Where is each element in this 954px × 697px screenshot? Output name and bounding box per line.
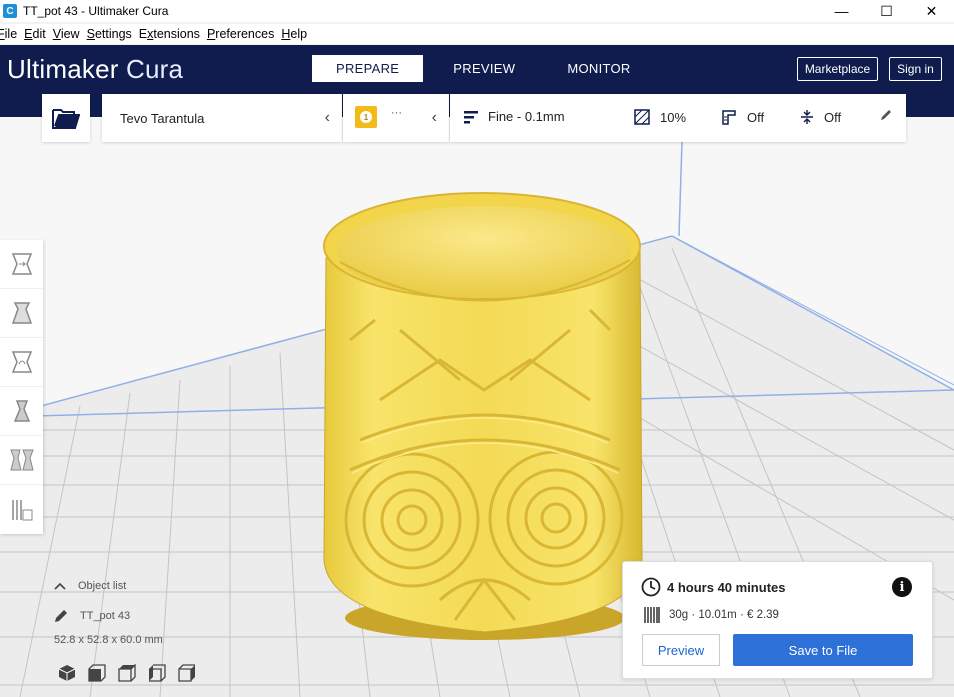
menu-preferences[interactable]: Preferences [207, 27, 274, 41]
folder-open-icon [52, 109, 80, 129]
tab-preview[interactable]: PREVIEW [431, 55, 537, 82]
save-to-file-button[interactable]: Save to File [733, 634, 913, 666]
tab-monitor[interactable]: MONITOR [545, 55, 652, 82]
object-name-row[interactable]: TT_pot 43 [54, 609, 130, 623]
close-button[interactable]: ✕ [909, 0, 954, 22]
chevron-left-icon: ‹ [324, 109, 330, 126]
preview-button[interactable]: Preview [642, 634, 720, 666]
move-tool-button[interactable] [0, 240, 43, 289]
print-settings-selector[interactable]: Fine - 0.1mm 10% Off Off [450, 94, 906, 142]
material-usage-row: 30g · 10.01m · € 2.39 [643, 606, 779, 624]
mirror-tool-button[interactable] [0, 387, 43, 436]
pot-model[interactable] [323, 192, 643, 640]
support-blocker-button[interactable] [0, 485, 43, 534]
printer-name: Tevo Tarantula [120, 110, 205, 126]
scale-tool-button[interactable] [0, 289, 43, 338]
support-blocker-icon [11, 499, 32, 520]
support-setting: Off [721, 109, 764, 125]
front-view-icon[interactable] [88, 664, 106, 682]
menu-file[interactable]: File [0, 27, 17, 41]
per-model-settings-icon [9, 449, 34, 471]
infill-value: 10% [660, 109, 687, 125]
ultimaker-cura-logo: Ultimaker Cura [7, 54, 183, 85]
scale-tool-icon [11, 302, 32, 324]
3d-view-icon[interactable] [58, 664, 76, 682]
object-dimensions: 52.8 x 52.8 x 60.0 mm [54, 634, 163, 646]
support-value: Off [747, 109, 765, 125]
open-file-button[interactable] [42, 94, 90, 142]
material-usage: 30g · 10.01m · € 2.39 [669, 609, 779, 621]
stage-tabs: PREPARE PREVIEW MONITOR [312, 55, 653, 82]
print-time-row: 4 hours 40 minutes [641, 577, 785, 597]
tool-panel [0, 240, 43, 534]
material-selector[interactable]: 1 ··· ‹ [343, 94, 449, 142]
profile-icon [464, 110, 478, 124]
material-name: ··· [391, 107, 402, 119]
infill-setting: 10% [634, 109, 686, 125]
logo-sub-text: Cura [126, 54, 184, 84]
clock-icon [641, 577, 661, 597]
object-list-toggle[interactable]: Object list [54, 580, 126, 592]
menu-extensions[interactable]: Extensions [139, 27, 200, 41]
object-name: TT_pot 43 [80, 610, 131, 622]
profile-label: Fine - 0.1mm [488, 109, 565, 124]
move-tool-icon [11, 253, 32, 275]
object-list-header: Object list [78, 580, 127, 592]
per-model-settings-button[interactable] [0, 436, 43, 485]
menu-view[interactable]: View [53, 27, 80, 41]
info-icon[interactable]: i [892, 577, 912, 597]
marketplace-button[interactable]: Marketplace [797, 57, 878, 81]
maximize-button[interactable]: ☐ [864, 0, 909, 22]
spool-icon [644, 607, 660, 623]
logo-main-text: Ultimaker [7, 54, 119, 84]
menu-bar: File Edit View Settings Extensions Prefe… [0, 24, 954, 44]
pencil-icon [55, 610, 67, 622]
print-info-panel: 4 hours 40 minutes i 30g · 10.01m · € 2.… [622, 561, 933, 679]
extruder-icon: 1 [355, 106, 377, 128]
adhesion-icon [800, 109, 814, 125]
sign-in-button[interactable]: Sign in [889, 57, 942, 81]
object-dimensions-text: 52.8 x 52.8 x 60.0 mm [54, 634, 163, 646]
menu-edit[interactable]: Edit [24, 27, 46, 41]
edit-settings-icon [880, 109, 892, 121]
adhesion-value: Off [824, 109, 842, 125]
rotate-tool-button[interactable] [0, 338, 43, 387]
profile-setting: Fine - 0.1mm [464, 109, 565, 124]
tab-prepare[interactable]: PREPARE [312, 55, 424, 82]
menu-settings[interactable]: Settings [87, 27, 132, 41]
left-view-icon[interactable] [148, 664, 166, 682]
adhesion-setting: Off [800, 109, 841, 125]
top-view-icon[interactable] [118, 664, 136, 682]
window-controls: — ☐ ✕ [819, 0, 954, 22]
window-title-bar: C TT_pot 43 - Ultimaker Cura — ☐ ✕ [0, 0, 954, 22]
printer-selector[interactable]: Tevo Tarantula ‹ [102, 94, 342, 142]
rotate-tool-icon [11, 351, 32, 373]
support-icon [721, 109, 737, 125]
chevron-left-icon: ‹ [431, 109, 437, 126]
extruder-number: 1 [360, 111, 372, 123]
right-view-icon[interactable] [178, 664, 196, 682]
view-orientation-bar [58, 664, 208, 682]
mirror-tool-icon [13, 400, 30, 422]
menu-help[interactable]: Help [281, 27, 307, 41]
window-title: TT_pot 43 - Ultimaker Cura [23, 4, 169, 18]
chevron-up-icon [54, 582, 66, 590]
infill-icon [634, 109, 650, 125]
print-time: 4 hours 40 minutes [667, 579, 786, 595]
cura-app-icon: C [3, 4, 17, 18]
minimize-button[interactable]: — [819, 0, 864, 22]
